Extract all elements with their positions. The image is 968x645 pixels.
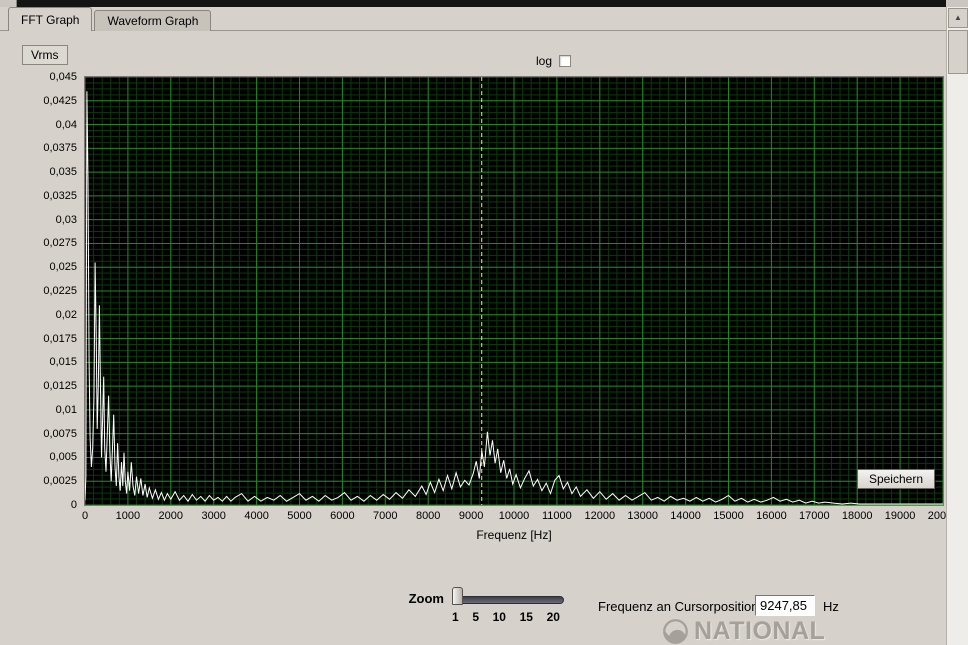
x-tick-label: 15000 — [713, 510, 744, 522]
y-tick-label: 0,0425 — [43, 94, 77, 107]
y-tick-label: 0,035 — [49, 166, 77, 179]
ni-watermark: NATIONAL — [662, 617, 825, 645]
ni-eagle-icon — [663, 619, 688, 644]
y-tick-label: 0,02 — [55, 308, 77, 321]
x-tick-label: 19000 — [884, 510, 916, 522]
y-tick-label: 0,0275 — [43, 237, 77, 250]
ni-brand-text: NATIONAL — [694, 617, 826, 645]
tab-bar: FFT Graph Waveform Graph — [8, 7, 213, 31]
fft-chart — [85, 77, 943, 505]
grid-major — [85, 77, 943, 505]
x-axis-title: Frequenz [Hz] — [476, 528, 552, 542]
x-tick-label: 14000 — [670, 510, 701, 522]
fft-plot[interactable]: Speichern — [84, 76, 944, 506]
y-tick-label: 0,0175 — [43, 332, 77, 345]
y-tick-label: 0,03 — [55, 213, 77, 226]
scroll-up-button[interactable]: ▲ — [948, 8, 968, 28]
log-scale-group: log — [536, 54, 572, 68]
y-axis-labels: 0,045 0,0425 0,04 0,0375 0,035 0,0325 0,03 0,02… — [0, 71, 80, 511]
x-tick-label: 17000 — [799, 510, 830, 522]
window-top-edge — [0, 0, 968, 7]
scrollbar-corner — [946, 0, 968, 7]
zoom-label: Zoom — [408, 591, 444, 606]
y-tick-label: 0,045 — [49, 71, 77, 83]
zoom-slider[interactable] — [452, 587, 566, 607]
y-unit-selector[interactable]: Vrms — [22, 45, 68, 65]
x-tick-label: 6000 — [330, 510, 355, 522]
cursor-frequency-value[interactable]: 9247,85 — [755, 595, 815, 616]
x-tick-label: 8000 — [415, 510, 441, 522]
x-tick-label: 5000 — [287, 510, 312, 522]
zoom-tick-label: 1 — [452, 610, 459, 624]
zoom-slider-track[interactable] — [454, 596, 564, 604]
x-axis-labels: 0 1000 2000 3000 4000 5000 6000 7000 8000 9000 100… — [81, 510, 958, 524]
log-checkbox[interactable] — [559, 55, 572, 67]
y-tick-label: 0,01 — [55, 403, 77, 416]
x-tick-label: 12000 — [584, 510, 616, 522]
speichern-button[interactable]: Speichern — [856, 469, 935, 489]
zoom-tick-label: 20 — [546, 610, 560, 624]
x-tick-label: 7000 — [373, 510, 398, 522]
zoom-tick-labels: 1 5 10 15 20 — [452, 610, 560, 624]
y-tick-label: 0,0375 — [43, 142, 77, 155]
tab-waveform-graph[interactable]: Waveform Graph — [94, 10, 212, 31]
y-tick-label: 0,025 — [49, 261, 77, 274]
zoom-tick-label: 10 — [492, 610, 506, 624]
log-label: log — [536, 54, 553, 68]
application-window: FFT Graph Waveform Graph Vrms log 0,045 0… — [0, 0, 968, 645]
y-tick-label: 0,0125 — [43, 380, 77, 393]
x-tick-label: 16000 — [756, 510, 787, 522]
x-tick-label: 9000 — [458, 510, 484, 522]
zoom-tick-label: 5 — [472, 610, 479, 624]
x-tick-label: 18000 — [841, 510, 873, 522]
y-tick-label: 0,0325 — [43, 189, 77, 202]
y-tick-label: 0,0075 — [43, 427, 77, 440]
zoom-tick-label: 15 — [519, 610, 533, 624]
y-tick-label: 0,0025 — [43, 475, 77, 488]
x-tick-label: 11000 — [542, 510, 572, 522]
y-tick-label: 0 — [70, 499, 77, 511]
zoom-slider-handle[interactable] — [452, 587, 463, 605]
y-tick-label: 0,04 — [55, 118, 77, 131]
y-tick-label: 0,015 — [49, 356, 77, 369]
cursor-position-label: Frequenz an Cursorposition — [598, 599, 759, 614]
x-tick-label: 3000 — [201, 510, 226, 522]
y-tick-label: 0,0225 — [43, 285, 77, 297]
x-tick-label: 0 — [81, 510, 89, 522]
x-tick-label: 13000 — [627, 510, 658, 522]
cursor-unit-label: Hz — [823, 599, 839, 614]
x-tick-label: 4000 — [244, 510, 269, 522]
y-tick-label: 0,005 — [49, 451, 77, 464]
horizontal-scrollbar-stub[interactable] — [0, 0, 17, 7]
x-tick-label: 2000 — [158, 510, 184, 522]
tab-fft-graph[interactable]: FFT Graph — [8, 7, 93, 31]
x-tick-label: 10000 — [498, 510, 530, 522]
scrollbar-thumb[interactable] — [948, 30, 968, 74]
vertical-scrollbar[interactable]: ▲ — [946, 7, 968, 645]
x-tick-label: 1000 — [115, 510, 141, 522]
